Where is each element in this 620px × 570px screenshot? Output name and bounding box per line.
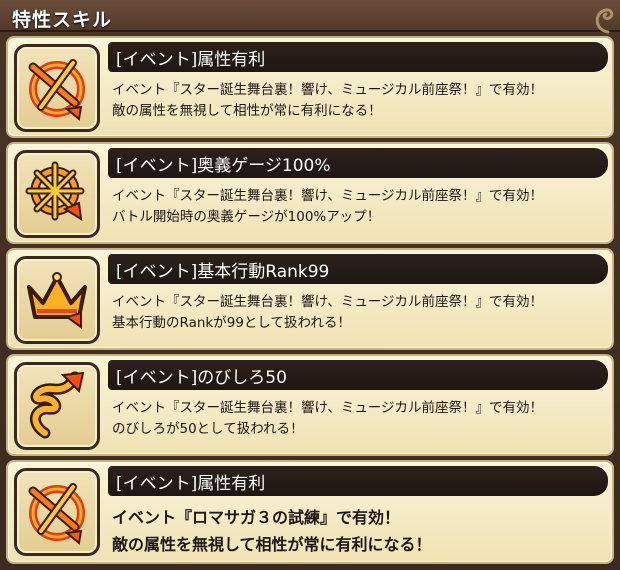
- skill-list: [イベント]属性有利 イベント『スター誕生舞台裏！響け、ミュージカル前座祭！』で…: [6, 36, 614, 568]
- skill-panel: 特性スキル [イベント]属性有利 イベント『スター誕生舞台裏！響け、ミュージカル…: [0, 0, 620, 570]
- skill-title: [イベント]奥義ゲージ100%: [116, 156, 331, 176]
- skill-icon-frame: [14, 44, 100, 132]
- skill-description: イベント『スター誕生舞台裏！響け、ミュージカル前座祭！』で有効！ バトル開始時の…: [112, 186, 608, 228]
- skill-desc-line: イベント『スター誕生舞台裏！響け、ミュージカル前座祭！』で有効！: [112, 400, 544, 416]
- skill-title: [イベント]属性有利: [116, 474, 266, 494]
- skill-title-bar: [イベント]奥義ゲージ100%: [108, 148, 608, 178]
- skill-title-bar: [イベント]属性有利: [108, 42, 608, 72]
- skill-desc-line: 敵の属性を無視して相性が常に有利になる！: [112, 103, 382, 119]
- skill-card[interactable]: [イベント]のびしろ50 イベント『スター誕生舞台裏！響け、ミュージカル前座祭！…: [6, 354, 614, 456]
- skill-icon-frame: [14, 150, 100, 238]
- skill-description: イベント『ロマサガ３の試練』で有効！ 敵の属性を無視して相性が常に有利になる！: [112, 504, 608, 558]
- skill-card[interactable]: [イベント]属性有利 イベント『スター誕生舞台裏！響け、ミュージカル前座祭！』で…: [6, 36, 614, 138]
- panel-title: 特性スキル: [12, 9, 113, 31]
- skill-icon-frame: [14, 256, 100, 344]
- skill-description: イベント『スター誕生舞台裏！響け、ミュージカル前座祭！』で有効！ 基本行動のRa…: [112, 292, 608, 334]
- swirl-ornament-icon: [595, 8, 614, 34]
- crown-arrow-icon: [27, 272, 87, 329]
- skill-desc-line: バトル開始時の奥義ゲージが100%アップ！: [112, 209, 381, 225]
- skill-desc-line: 基本行動のRankが99として扱われる！: [112, 315, 351, 331]
- skill-desc-line: イベント『スター誕生舞台裏！響け、ミュージカル前座祭！』で有効！: [112, 188, 544, 204]
- panel-header: 特性スキル: [0, 0, 620, 34]
- skill-title-bar: [イベント]属性有利: [108, 466, 608, 496]
- target-arrow-icon: [28, 483, 85, 545]
- skill-card[interactable]: [イベント]基本行動Rank99 イベント『スター誕生舞台裏！響け、ミュージカル…: [6, 248, 614, 350]
- skill-title-bar: [イベント]基本行動Rank99: [108, 254, 608, 284]
- skill-desc-line: イベント『スター誕生舞台裏！響け、ミュージカル前座祭！』で有効！: [112, 294, 544, 310]
- skill-card[interactable]: [イベント]属性有利 イベント『ロマサガ３の試練』で有効！ 敵の属性を無視して相…: [6, 460, 614, 564]
- skill-title-bar: [イベント]のびしろ50: [108, 360, 608, 390]
- skill-icon-frame: [14, 468, 100, 556]
- skill-title: [イベント]属性有利: [116, 50, 266, 70]
- target-arrow-icon: [28, 59, 85, 121]
- spiral-arrow-icon: [30, 371, 85, 439]
- skill-title: [イベント]のびしろ50: [116, 368, 287, 388]
- skill-desc-line: イベント『ロマサガ３の試練』で有効！: [112, 508, 401, 527]
- skill-desc-line: イベント『スター誕生舞台裏！響け、ミュージカル前座祭！』で有効！: [112, 82, 544, 98]
- skill-description: イベント『スター誕生舞台裏！響け、ミュージカル前座祭！』で有効！ のびしろが50…: [112, 398, 608, 440]
- skill-description: イベント『スター誕生舞台裏！響け、ミュージカル前座祭！』で有効！ 敵の属性を無視…: [112, 80, 608, 122]
- gauge-star-arrow-icon: [25, 161, 85, 221]
- skill-desc-line: 敵の属性を無視して相性が常に有利になる！: [112, 535, 432, 554]
- skill-icon-frame: [14, 362, 100, 450]
- skill-desc-line: のびしろが50として扱われる！: [112, 421, 304, 437]
- skill-title: [イベント]基本行動Rank99: [116, 262, 330, 282]
- skill-card[interactable]: [イベント]奥義ゲージ100% イベント『スター誕生舞台裏！響け、ミュージカル前…: [6, 142, 614, 244]
